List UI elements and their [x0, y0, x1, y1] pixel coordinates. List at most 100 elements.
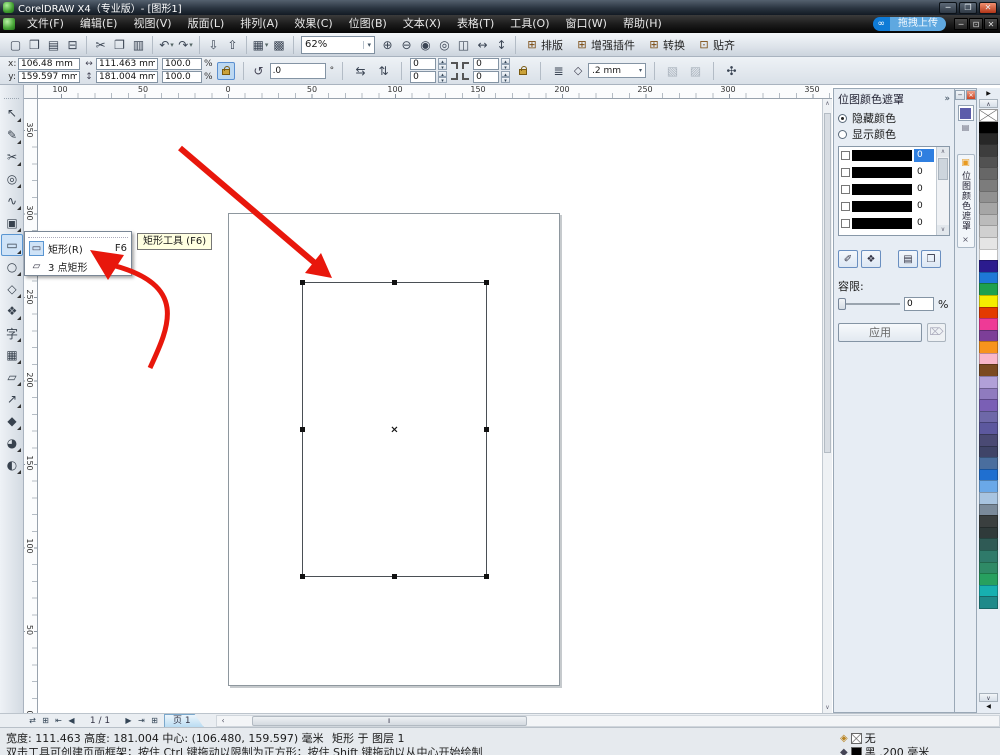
add-page-after-button[interactable]: ⊞ [148, 716, 161, 725]
color-bar[interactable] [852, 150, 912, 161]
menu-item[interactable]: 位图(B) [341, 15, 395, 33]
copy-icon[interactable]: ❐ [110, 35, 129, 55]
rotation-field[interactable] [270, 63, 326, 79]
selection-handle[interactable] [300, 280, 305, 285]
menu-item[interactable]: 效果(C) [286, 15, 340, 33]
doc-minimize-button[interactable]: ─ [954, 18, 968, 30]
previous-page-button[interactable]: ◀ [65, 716, 78, 725]
last-page-button[interactable]: ⇥ [135, 716, 148, 725]
list-scrollbar[interactable]: ∧ ∨ [936, 147, 949, 235]
freehand-tool[interactable]: ∿ [1, 190, 23, 212]
drag-upload-button[interactable]: ∞ 拖拽上传 [873, 17, 947, 31]
zoom-to-page-icon[interactable]: ◫ [454, 35, 473, 55]
pick-tool[interactable]: ↖ [1, 102, 23, 124]
menu-item[interactable]: 版面(L) [180, 15, 233, 33]
first-page-button[interactable]: ⇤ [52, 716, 65, 725]
vertical-scrollbar[interactable]: ∧ ∨ [822, 99, 832, 713]
selection-handle[interactable] [392, 574, 397, 579]
eyedropper-button[interactable]: ✐ [838, 250, 858, 268]
slider-thumb[interactable] [838, 298, 846, 310]
menu-item[interactable]: 帮助(H) [615, 15, 670, 33]
redo-icon[interactable]: ↷▾ [176, 35, 195, 55]
scale-h-field[interactable] [162, 58, 202, 70]
interactive-fill-tool[interactable]: ◐ [1, 454, 23, 476]
welcome-screen-icon[interactable]: ▩ [270, 35, 289, 55]
palette-expand-icon[interactable]: ◀ [982, 702, 995, 712]
ellipse-tool[interactable]: ○ [1, 256, 23, 278]
open-icon[interactable]: ❒ [25, 35, 44, 55]
color-selector-button[interactable]: ❖ [861, 250, 881, 268]
scroll-up-arrow[interactable]: ∧ [937, 147, 949, 157]
mirror-horizontal-button[interactable]: ⇆ [351, 61, 370, 81]
snap-button[interactable]: ⊡ 贴齐 [692, 35, 742, 55]
ruler-origin-button[interactable] [24, 85, 38, 99]
mask-color-row[interactable]: 0 [839, 147, 936, 164]
checkbox[interactable] [841, 151, 850, 160]
docker-minimize-button[interactable]: ─ [955, 90, 965, 100]
zoom-to-selection-icon[interactable]: ◉ [416, 35, 435, 55]
page-tab[interactable]: 页 1 [164, 714, 204, 727]
table-tool[interactable]: ▦ [1, 344, 23, 366]
next-page-button[interactable]: ▶ [122, 716, 135, 725]
color-swatch[interactable] [979, 596, 998, 609]
checkbox[interactable] [841, 219, 850, 228]
object-width-field[interactable] [96, 58, 158, 70]
horizontal-scroll-thumb[interactable]: ⦀ [252, 716, 527, 726]
scroll-left-arrow[interactable]: ‹ [217, 716, 230, 725]
menu-item[interactable]: 排列(A) [232, 15, 286, 33]
y-position-field[interactable] [18, 71, 80, 83]
typeset-button[interactable]: ⊞ 排版 [520, 35, 570, 55]
cut-icon[interactable]: ✂ [91, 35, 110, 55]
palette-scroll-down[interactable]: ∨ [979, 693, 998, 702]
doc-restore-button[interactable]: ⊡ [969, 18, 983, 30]
selection-handle[interactable] [484, 427, 489, 432]
lock-ratio-button[interactable] [217, 62, 235, 80]
import-icon[interactable]: ⇩ [204, 35, 223, 55]
menu-item[interactable]: 文本(X) [395, 15, 449, 33]
menu-item[interactable]: 表格(T) [449, 15, 502, 33]
menu-item[interactable]: 文件(F) [19, 15, 72, 33]
scroll-down-arrow[interactable]: ∨ [937, 225, 949, 235]
vertical-scroll-thumb[interactable] [824, 113, 831, 453]
color-bar[interactable] [852, 167, 912, 178]
mask-color-row[interactable]: 0 [839, 181, 936, 198]
lock-corners-button[interactable] [514, 62, 532, 80]
selection-handle[interactable] [300, 427, 305, 432]
spinner[interactable]: ▴▾ [501, 71, 510, 83]
tolerance-slider[interactable] [838, 297, 900, 311]
flyout-grip[interactable] [28, 233, 128, 238]
horizontal-scrollbar[interactable]: ‹ ⦀ [216, 715, 1000, 727]
corner-radius-bl-field[interactable] [410, 71, 436, 83]
save-icon[interactable]: ▤ [44, 35, 63, 55]
color-bar[interactable] [852, 201, 912, 212]
scroll-thumb[interactable] [938, 158, 948, 180]
minimize-button[interactable]: ─ [939, 2, 957, 14]
polygon-tool[interactable]: ◇ [1, 278, 23, 300]
delete-mask-button[interactable]: ⌦ [927, 323, 946, 342]
mask-color-row[interactable]: 0 [839, 198, 936, 215]
palette-scroll-up[interactable]: ∧ [979, 99, 998, 108]
to-front-button[interactable]: ▧ [663, 61, 682, 81]
crop-tool[interactable]: ✂ [1, 146, 23, 168]
close-icon[interactable]: × [962, 235, 969, 244]
tolerance-field[interactable] [904, 297, 934, 311]
eyedropper-tool[interactable]: ↗ [1, 388, 23, 410]
to-back-button[interactable]: ▨ [686, 61, 705, 81]
close-button[interactable]: ✕ [979, 2, 997, 14]
menu-item[interactable]: 编辑(E) [72, 15, 126, 33]
export-icon[interactable]: ⇧ [223, 35, 242, 55]
selection-handle[interactable] [484, 280, 489, 285]
zoom-level-combo[interactable]: 62% ▾ [301, 36, 375, 54]
wrap-text-button[interactable]: ≣ [549, 61, 568, 81]
convert-button[interactable]: ⊞ 转换 [642, 35, 692, 55]
corner-radius-tr-field[interactable] [473, 58, 499, 70]
outline-pen-tool[interactable]: ◆ [1, 410, 23, 432]
fill-tool[interactable]: ◕ [1, 432, 23, 454]
zoom-to-all-icon[interactable]: ◎ [435, 35, 454, 55]
color-bar[interactable] [852, 184, 912, 195]
save-mask-button[interactable]: ▤ [898, 250, 918, 268]
apply-button[interactable]: 应用 [838, 323, 922, 342]
mask-color-row[interactable]: 0 [839, 215, 936, 232]
outline-width-combo[interactable]: .2 mm ▾ [588, 63, 646, 78]
mask-color-row[interactable]: 0 [839, 164, 936, 181]
